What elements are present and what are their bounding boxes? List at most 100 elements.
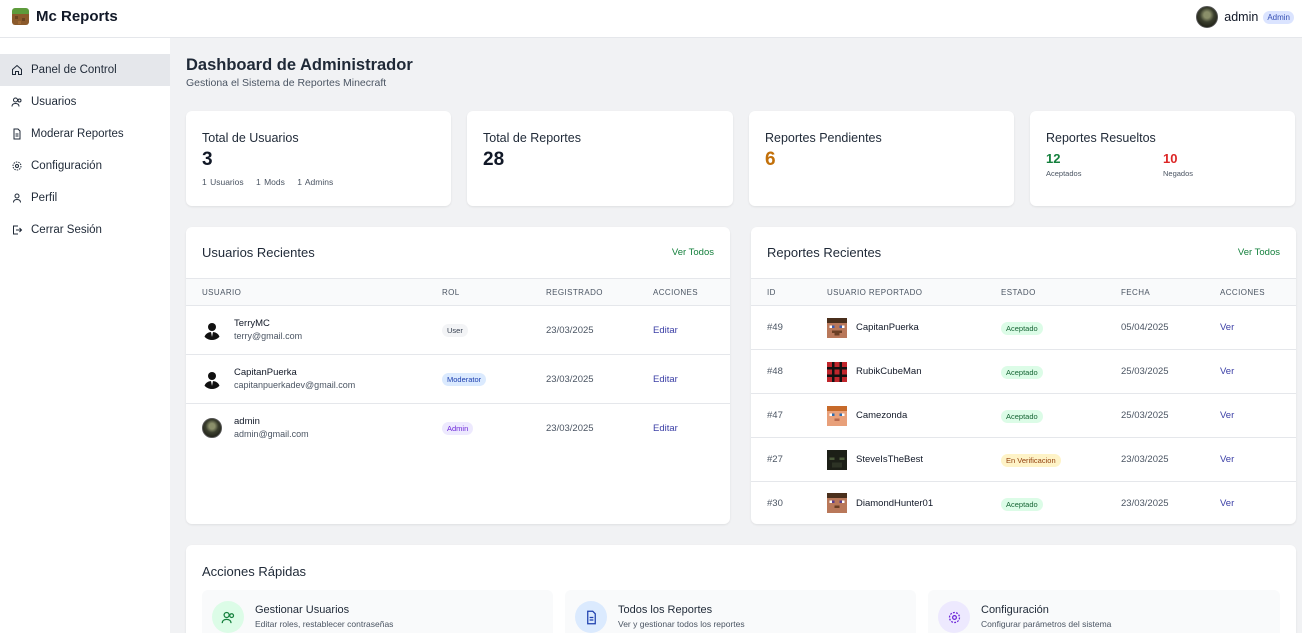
report-date: 25/03/2025 xyxy=(1121,366,1169,377)
default-avatar-icon xyxy=(202,320,222,340)
user-email: admin@gmail.com xyxy=(234,429,309,439)
quick-action-subtitle: Ver y gestionar todos los reportes xyxy=(618,619,745,629)
stat-detail-mods: 1 Mods xyxy=(256,177,285,187)
edit-user-link[interactable]: Editar xyxy=(653,325,678,336)
column-header: REGISTRADO xyxy=(546,288,603,297)
edit-user-link[interactable]: Editar xyxy=(653,423,678,434)
sidebar-item-perfil[interactable]: Perfil xyxy=(0,182,170,214)
denied-label: Negados xyxy=(1163,169,1194,178)
sidebar-item-configuracion[interactable]: Configuración xyxy=(0,150,170,182)
sidebar-item-moderar-reportes[interactable]: Moderar Reportes xyxy=(0,118,170,150)
page-subtitle: Gestiona el Sistema de Reportes Minecraf… xyxy=(186,77,387,89)
report-date: 05/04/2025 xyxy=(1121,322,1169,333)
user-email: capitanpuerkadev@gmail.com xyxy=(234,380,356,390)
sidebar-item-usuarios[interactable]: Usuarios xyxy=(0,86,170,118)
stat-value: 28 xyxy=(483,149,505,170)
view-report-link[interactable]: Ver xyxy=(1220,410,1234,421)
role-badge: User xyxy=(442,324,468,337)
registered-date: 23/03/2025 xyxy=(546,423,594,434)
column-header: ACCIONES xyxy=(1220,288,1265,297)
report-id: #49 xyxy=(767,322,783,333)
panel-title: Acciones Rápidas xyxy=(202,564,307,579)
status-badge: Aceptado xyxy=(1001,322,1043,335)
sidebar-item-label: Usuarios xyxy=(31,96,77,108)
report-date: 25/03/2025 xyxy=(1121,410,1169,421)
stat-value: 3 xyxy=(202,149,213,170)
report-id: #30 xyxy=(767,498,783,509)
stat-detail-admins: 1 Admins xyxy=(297,177,334,187)
accepted-value: 12 xyxy=(1046,151,1061,166)
column-header: ID xyxy=(767,288,776,297)
view-report-link[interactable]: Ver xyxy=(1220,322,1234,333)
panel-title: Reportes Recientes xyxy=(767,245,882,260)
sidebar-item-label: Moderar Reportes xyxy=(31,128,124,140)
column-header: USUARIO REPORTADO xyxy=(827,288,923,297)
reported-user: CapitanPuerka xyxy=(856,322,919,333)
quick-action-title: Gestionar Usuarios xyxy=(255,604,350,616)
user-email: terry@gmail.com xyxy=(234,331,303,341)
sidebar: Panel de Control Usuarios Moderar Report… xyxy=(0,38,170,633)
recent-users-panel: Usuarios Recientes Ver Todos USUARIO ROL… xyxy=(186,227,730,524)
quick-action-subtitle: Configurar parámetros del sistema xyxy=(981,619,1112,629)
sidebar-item-panel-de-control[interactable]: Panel de Control xyxy=(0,54,170,86)
view-report-link[interactable]: Ver xyxy=(1220,454,1234,465)
stat-detail: 1 Usuarios 1 Mods 1 Admins xyxy=(202,177,342,187)
quick-action-subtitle: Editar roles, restablecer contraseñas xyxy=(255,619,394,629)
minecraft-head-icon xyxy=(827,318,847,338)
reported-user: RubikCubeMan xyxy=(856,366,922,377)
quick-action-manage-users[interactable]: Gestionar Usuarios Editar roles, restabl… xyxy=(202,590,553,633)
stat-value: 6 xyxy=(765,149,776,170)
sidebar-item-label: Perfil xyxy=(31,192,58,204)
report-date: 23/03/2025 xyxy=(1121,454,1169,465)
app-logo[interactable]: Mc Reports xyxy=(12,8,118,25)
report-date: 23/03/2025 xyxy=(1121,498,1169,509)
default-avatar-icon xyxy=(202,369,222,389)
report-id: #48 xyxy=(767,366,783,377)
gear-icon xyxy=(11,160,23,172)
reported-user: Camezonda xyxy=(856,410,908,421)
table-row: #49 CapitanPuerka Aceptado 05/04/2025 Ve… xyxy=(751,306,1296,350)
stat-card-pending: Reportes Pendientes 6 xyxy=(749,111,1014,206)
gear-icon xyxy=(938,601,970,633)
table-row: #48 RubikCubeMan Aceptado 25/03/2025 Ver xyxy=(751,350,1296,394)
document-icon xyxy=(575,601,607,633)
sidebar-item-label: Cerrar Sesión xyxy=(31,224,102,236)
view-report-link[interactable]: Ver xyxy=(1220,498,1234,509)
table-row: #47 Camezonda Aceptado 25/03/2025 Ver xyxy=(751,394,1296,438)
stat-card-resolved: Reportes Resueltos 12 Aceptados 10 Negad… xyxy=(1030,111,1295,206)
quick-action-all-reports[interactable]: Todos los Reportes Ver y gestionar todos… xyxy=(565,590,916,633)
user-menu[interactable]: admin Admin xyxy=(1196,6,1294,28)
user-name: admin xyxy=(234,416,260,427)
quick-action-title: Todos los Reportes xyxy=(618,604,713,616)
registered-date: 23/03/2025 xyxy=(546,374,594,385)
registered-date: 23/03/2025 xyxy=(546,325,594,336)
view-all-users-link[interactable]: Ver Todos xyxy=(672,247,714,258)
reported-user: DiamondHunter01 xyxy=(856,498,934,509)
user-name: CapitanPuerka xyxy=(234,367,297,378)
quick-action-configuration[interactable]: Configuración Configurar parámetros del … xyxy=(928,590,1280,633)
stat-detail-users: 1 Usuarios xyxy=(202,177,244,187)
column-header: USUARIO xyxy=(202,288,242,297)
view-all-reports-link[interactable]: Ver Todos xyxy=(1238,247,1280,258)
document-icon xyxy=(11,128,23,140)
view-report-link[interactable]: Ver xyxy=(1220,366,1234,377)
users-icon xyxy=(11,96,23,108)
users-icon xyxy=(212,601,244,633)
minecraft-head-icon xyxy=(827,406,847,426)
app-name: Mc Reports xyxy=(36,8,118,25)
role-badge: Moderator xyxy=(442,373,487,386)
home-icon xyxy=(11,64,23,76)
report-id: #27 xyxy=(767,454,783,465)
role-badge: Admin xyxy=(1263,10,1294,24)
grass-block-icon xyxy=(12,8,29,25)
edit-user-link[interactable]: Editar xyxy=(653,374,678,385)
user-name: admin xyxy=(1224,10,1259,24)
accepted-label: Aceptados xyxy=(1046,169,1082,178)
minecraft-head-icon xyxy=(827,362,847,382)
sidebar-item-label: Panel de Control xyxy=(31,64,117,76)
denied-value: 10 xyxy=(1163,151,1178,166)
sidebar-item-cerrar-sesion[interactable]: Cerrar Sesión xyxy=(0,214,170,246)
stat-card-reports: Total de Reportes 28 xyxy=(467,111,733,206)
stat-title: Reportes Pendientes xyxy=(765,131,882,145)
user-icon xyxy=(11,192,23,204)
